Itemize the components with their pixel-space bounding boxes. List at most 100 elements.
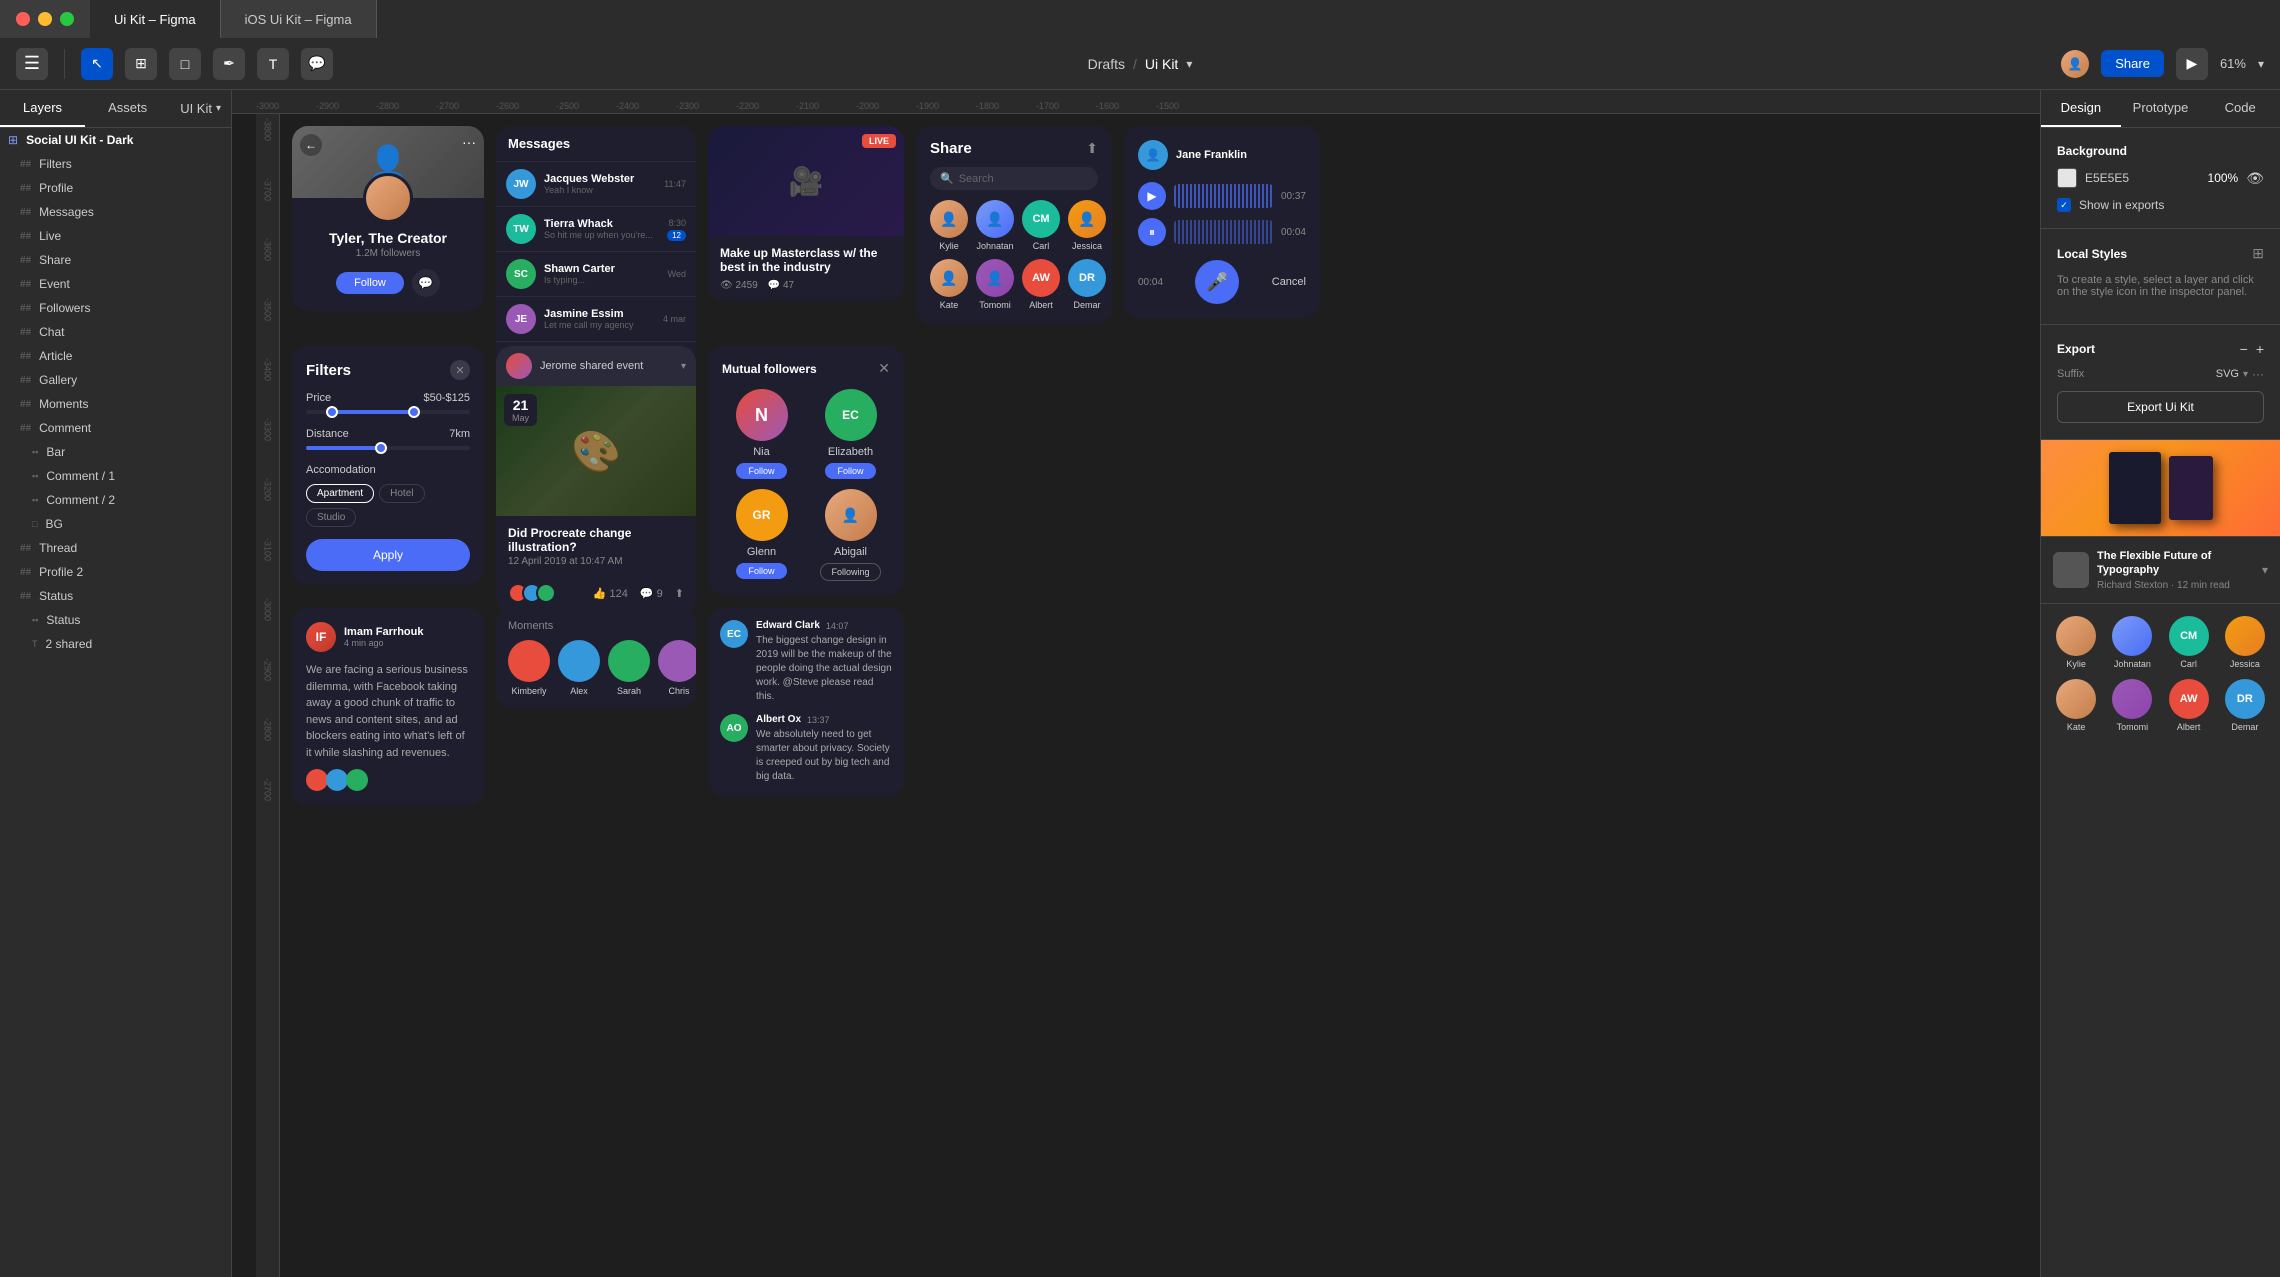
more-options-icon[interactable]: ··· <box>2252 367 2264 381</box>
event-card: Jerome shared event ▾ 🎨 21 May Did Procr… <box>496 346 696 613</box>
layer-gallery[interactable]: ## Gallery <box>0 368 231 392</box>
follow-button[interactable]: Follow <box>336 272 404 294</box>
tab-layers[interactable]: Layers <box>0 90 85 127</box>
layer-filters[interactable]: ## Filters <box>0 152 231 176</box>
person-kate: Kate <box>2053 679 2099 732</box>
mutual-close-btn[interactable]: ✕ <box>878 360 890 377</box>
audio-play-btn[interactable]: ▶ <box>1138 182 1166 210</box>
minimize-button[interactable] <box>38 12 52 26</box>
chevron-down-icon-zoom[interactable]: ▾ <box>2258 57 2264 71</box>
message-btn[interactable]: 💬 <box>412 269 440 297</box>
export-checkbox[interactable]: ✓ <box>2057 198 2071 212</box>
layer-shared[interactable]: T 2 shared <box>0 632 231 656</box>
audio-mic-btn[interactable]: 🎤 <box>1195 260 1239 304</box>
share-upload-icon[interactable]: ⬆ <box>1086 140 1098 157</box>
message-item-1[interactable]: JW Jacques Webster Yeah I know 11:47 <box>496 162 696 207</box>
visibility-icon[interactable]: 👁 <box>2246 170 2264 187</box>
layer-event[interactable]: ## Event <box>0 272 231 296</box>
share-search[interactable]: 🔍 Search <box>930 167 1098 190</box>
play-button[interactable]: ▶ <box>2176 48 2208 80</box>
tab-figma-2[interactable]: iOS Ui Kit – Figma <box>221 0 377 38</box>
close-button[interactable] <box>16 12 30 26</box>
layer-comment[interactable]: ## Comment <box>0 416 231 440</box>
chevron-down-icon-format[interactable]: ▾ <box>2243 369 2248 380</box>
breadcrumb-drafts[interactable]: Drafts <box>1088 56 1125 72</box>
layer-root[interactable]: ⊞ Social UI Kit - Dark <box>0 128 231 152</box>
layer-comment1[interactable]: ▪▪ Comment / 1 <box>0 464 231 488</box>
layer-profile2[interactable]: ## Profile 2 <box>0 560 231 584</box>
layer-followers[interactable]: ## Followers <box>0 296 231 320</box>
share-person-kylie: 👤 Kylie <box>930 200 968 251</box>
pen-tool[interactable]: ✒ <box>213 48 245 80</box>
audio-cancel-btn[interactable]: Cancel <box>1272 276 1306 288</box>
export-ui-kit-btn[interactable]: Export Ui Kit <box>2057 391 2264 423</box>
tab-assets[interactable]: Assets <box>85 90 170 127</box>
export-plus-btn[interactable]: + <box>2256 341 2264 357</box>
chevron-down-icon-kit: ▾ <box>216 103 221 114</box>
layer-messages[interactable]: ## Messages <box>0 200 231 224</box>
select-tool[interactable]: ↖ <box>81 48 113 80</box>
following-abigail-btn[interactable]: Following <box>820 563 880 581</box>
filters-close-btn[interactable]: ✕ <box>450 360 470 380</box>
audio-pause-btn[interactable]: ⏸ <box>1138 218 1166 246</box>
right-panel-tabs: Design Prototype Code <box>2041 90 2280 128</box>
tab-code[interactable]: Code <box>2200 90 2280 127</box>
preview-chevron-icon[interactable]: ▾ <box>2262 563 2268 577</box>
chip-hotel[interactable]: Hotel <box>379 484 424 503</box>
frame-tool[interactable]: ⊞ <box>125 48 157 80</box>
shape-tool[interactable]: □ <box>169 48 201 80</box>
profile-back-btn[interactable]: ← <box>300 134 322 156</box>
maximize-button[interactable] <box>60 12 74 26</box>
chevron-down-icon-event: ▾ <box>681 361 686 372</box>
layer-article[interactable]: ## Article <box>0 344 231 368</box>
tab-design[interactable]: Design <box>2041 90 2121 127</box>
layer-profile[interactable]: ## Profile <box>0 176 231 200</box>
layer-status[interactable]: ## Status <box>0 584 231 608</box>
apply-btn[interactable]: Apply <box>306 539 470 571</box>
status-author: Imam Farrhouk <box>344 626 423 638</box>
layer-share[interactable]: ## Share <box>0 248 231 272</box>
chevron-down-icon[interactable]: ▾ <box>1186 57 1192 71</box>
layer-thread[interactable]: ## Thread <box>0 536 231 560</box>
layer-chat[interactable]: ## Chat <box>0 320 231 344</box>
moment-chris: Chris <box>658 640 696 696</box>
export-minus-btn[interactable]: − <box>2240 341 2248 357</box>
breadcrumb-file[interactable]: Ui Kit <box>1145 56 1178 72</box>
follow-glenn-btn[interactable]: Follow <box>736 563 786 579</box>
layer-grid-icon: ## <box>20 591 31 602</box>
preview-article-sub: Richard Stexton · 12 min read <box>2097 580 2254 591</box>
message-item-3[interactable]: SC Shawn Carter Is typing... Wed <box>496 252 696 297</box>
hamburger-menu[interactable]: ☰ <box>16 48 48 80</box>
moment-kimberly: Kimberly <box>508 640 550 696</box>
zoom-level[interactable]: 61% <box>2220 56 2246 71</box>
layer-status2[interactable]: ▪▪ Status <box>0 608 231 632</box>
bg-color-swatch[interactable] <box>2057 168 2077 188</box>
profile-dots-btn[interactable]: ··· <box>462 134 476 150</box>
comment-tool[interactable]: 💬 <box>301 48 333 80</box>
tab-uikit[interactable]: UI Kit ▾ <box>170 90 231 127</box>
message-item-4[interactable]: JE Jasmine Essim Let me call my agency 4… <box>496 297 696 342</box>
follow-nia-btn[interactable]: Follow <box>736 463 786 479</box>
layer-bar[interactable]: ▪▪ Bar <box>0 440 231 464</box>
layer-comment2[interactable]: ▪▪ Comment / 2 <box>0 488 231 512</box>
tab-figma-1[interactable]: Ui Kit – Figma <box>90 0 221 38</box>
share-card: Share ⬆ 🔍 Search 👤 Kylie 👤 <box>916 126 1112 324</box>
event-likes[interactable]: 👍 124 <box>593 587 628 600</box>
layer-live[interactable]: ## Live <box>0 224 231 248</box>
canvas[interactable]: -3000 -2900 -2800 -2700 -2600 -2500 -240… <box>232 90 2040 1277</box>
layer-bg[interactable]: □ BG <box>0 512 231 536</box>
user-avatar[interactable]: 👤 <box>2061 50 2089 78</box>
chip-studio[interactable]: Studio <box>306 508 356 527</box>
layer-rect-icon: □ <box>32 519 37 529</box>
chip-apartment[interactable]: Apartment <box>306 484 374 503</box>
message-item-2[interactable]: TW Tierra Whack So hit me up when you're… <box>496 207 696 252</box>
follow-elizabeth-btn[interactable]: Follow <box>825 463 875 479</box>
share-button[interactable]: Share <box>2101 50 2164 77</box>
layer-moments[interactable]: ## Moments <box>0 392 231 416</box>
local-styles-hint: To create a style, select a layer and cl… <box>2057 274 2264 298</box>
share-person-kate: 👤 Kate <box>930 259 968 310</box>
text-tool[interactable]: T <box>257 48 289 80</box>
tab-prototype[interactable]: Prototype <box>2121 90 2201 127</box>
event-comments[interactable]: 💬 9 <box>640 587 663 600</box>
event-share-btn[interactable]: ⬆ <box>675 587 684 600</box>
